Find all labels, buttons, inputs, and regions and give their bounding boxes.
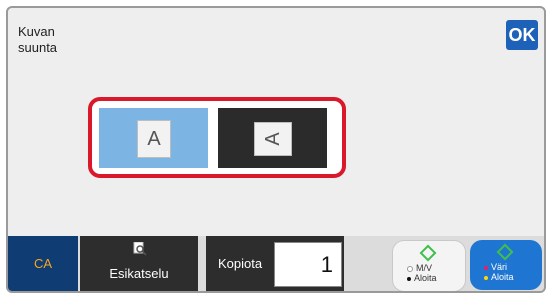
start-bw-button[interactable]: M/V Aloita — [392, 240, 466, 291]
landscape-glyph-icon: A — [254, 122, 292, 156]
start-bw-line2: Aloita — [414, 273, 437, 283]
orientation-selector: A A — [88, 97, 346, 178]
orientation-dialog: Kuvan suunta OK A A CA Esikatselu Kopiot… — [6, 6, 546, 293]
portrait-glyph-icon: A — [137, 120, 171, 158]
preview-label: Esikatselu — [109, 266, 169, 281]
start-color-line1: Väri — [491, 262, 508, 272]
bottom-action-bar: CA Esikatselu Kopiota 1 M/V Aloita Väri … — [8, 236, 544, 291]
start-color-line2: Aloita — [491, 272, 514, 282]
start-bw-line1: M/V — [416, 263, 433, 273]
preview-magnifier-icon — [133, 242, 147, 256]
copies-value: 1 — [320, 252, 333, 277]
start-diamond-icon — [496, 243, 514, 261]
copies-input[interactable]: 1 — [274, 242, 342, 287]
start-bw-text: M/V Aloita — [407, 263, 437, 283]
title-line-2: suunta — [18, 40, 58, 55]
title-line-1: Kuvan — [18, 24, 55, 39]
clear-all-button[interactable]: CA — [8, 236, 78, 291]
start-diamond-icon — [419, 244, 437, 262]
portrait-orientation-button[interactable]: A — [99, 108, 208, 168]
copies-control: Kopiota 1 — [206, 236, 344, 291]
preview-button[interactable]: Esikatselu — [80, 236, 198, 291]
page-title: Kuvan suunta — [18, 24, 57, 56]
landscape-orientation-button[interactable]: A — [218, 108, 327, 168]
ok-button[interactable]: OK — [506, 20, 538, 50]
start-color-button[interactable]: Väri Aloita — [470, 240, 542, 290]
start-color-text: Väri Aloita — [484, 262, 514, 282]
copies-label: Kopiota — [218, 256, 263, 271]
